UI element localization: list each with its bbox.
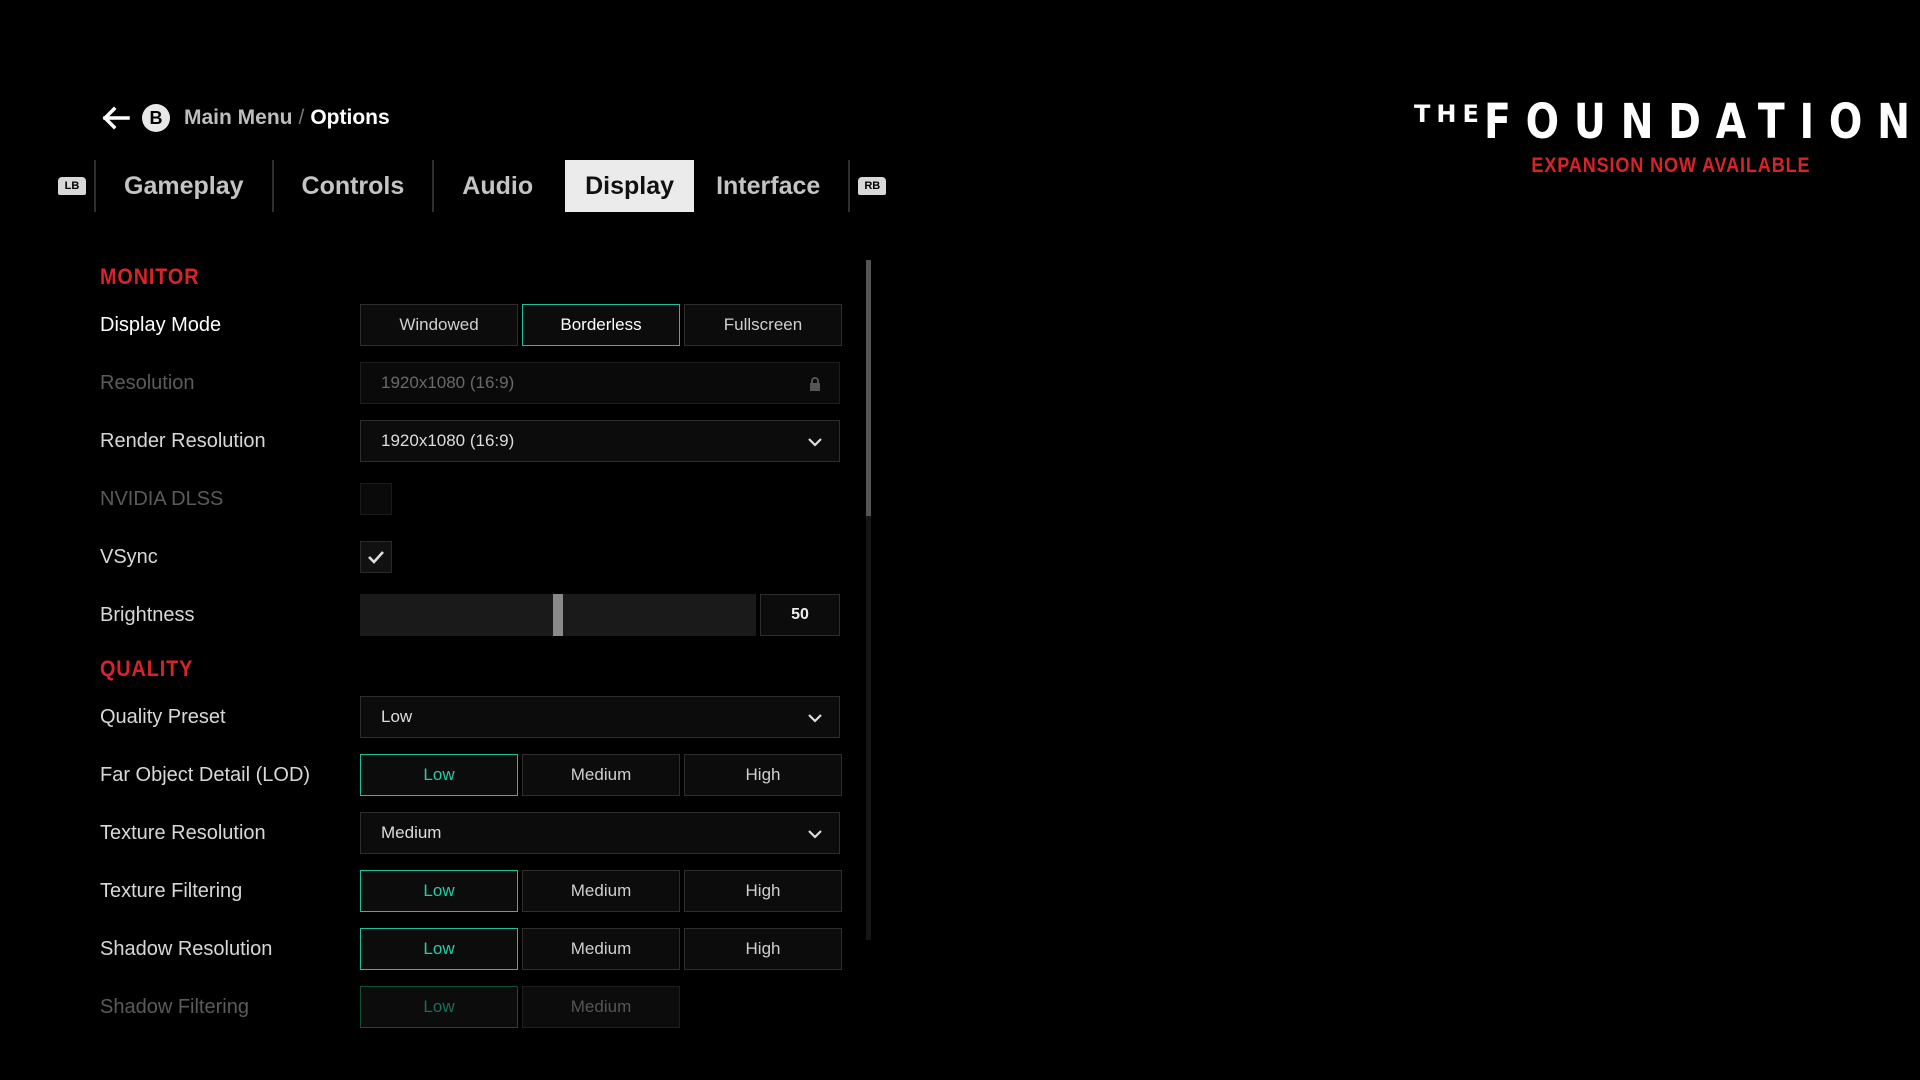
setting-label: Far Object Detail (LOD) [100, 764, 311, 786]
option-low[interactable]: Low [360, 754, 518, 796]
dropdown-value: Low [381, 707, 413, 726]
far-object-detail-options: Low Medium High [360, 754, 842, 796]
tab-divider [271, 160, 274, 212]
setting-label: Shadow Filtering [100, 996, 249, 1018]
slider-handle[interactable] [553, 594, 563, 636]
setting-shadow-resolution: Shadow Resolution Low Medium High [100, 928, 860, 970]
texture-filtering-options: Low Medium High [360, 870, 842, 912]
texture-resolution-dropdown[interactable]: Medium [360, 812, 840, 854]
setting-texture-filtering: Texture Filtering Low Medium High [100, 870, 860, 912]
brightness-slider[interactable] [360, 594, 756, 636]
setting-label: Texture Resolution [100, 822, 266, 844]
section-monitor: MONITOR [100, 264, 200, 289]
tab-bar: LB Gameplay Controls Audio Display Inter… [58, 160, 887, 212]
scrollbar-thumb[interactable] [866, 260, 871, 516]
tab-divider [432, 160, 435, 212]
setting-label: Display Mode [100, 314, 222, 336]
setting-label: NVIDIA DLSS [100, 488, 224, 510]
option-medium[interactable]: Medium [522, 928, 680, 970]
rb-bumper-icon[interactable]: RB [858, 177, 887, 195]
section-quality: QUALITY [100, 656, 194, 681]
setting-label: Render Resolution [100, 430, 266, 452]
setting-texture-resolution: Texture Resolution Medium [100, 812, 860, 854]
chevron-down-icon [805, 708, 825, 728]
brightness-value: 50 [760, 594, 840, 636]
setting-label: VSync [100, 546, 158, 568]
setting-far-object-detail: Far Object Detail (LOD) Low Medium High [100, 754, 860, 796]
setting-label: Quality Preset [100, 706, 226, 728]
option-windowed[interactable]: Windowed [360, 304, 518, 346]
dropdown-value: 1920x1080 (16:9) [381, 431, 515, 450]
option-high[interactable]: High [684, 754, 842, 796]
option-low[interactable]: Low [360, 870, 518, 912]
setting-shadow-filtering: Shadow Filtering Low Medium [100, 986, 860, 1028]
shadow-resolution-options: Low Medium High [360, 928, 842, 970]
dropdown-value: Medium [381, 823, 442, 842]
chevron-down-icon [805, 432, 825, 452]
resolution-dropdown: 1920x1080 (16:9) [360, 362, 840, 404]
setting-label: Shadow Resolution [100, 938, 273, 960]
breadcrumb: B Main Menu / Options [100, 104, 390, 132]
setting-brightness: Brightness 50 [100, 594, 860, 636]
option-medium[interactable]: Medium [522, 986, 680, 1028]
setting-vsync: VSync [100, 536, 860, 578]
option-medium[interactable]: Medium [522, 870, 680, 912]
tab-interface[interactable]: Interface [696, 160, 840, 212]
option-borderless[interactable]: Borderless [522, 304, 680, 346]
breadcrumb-options: Options [310, 106, 390, 129]
tab-divider [94, 160, 96, 212]
setting-quality-preset: Quality Preset Low [100, 696, 860, 738]
b-button-hint-icon[interactable]: B [142, 104, 170, 132]
breadcrumb-separator: / [298, 106, 305, 129]
render-resolution-dropdown[interactable]: 1920x1080 (16:9) [360, 420, 840, 462]
checkmark-icon [368, 551, 384, 564]
lb-bumper-icon[interactable]: LB [58, 177, 86, 195]
logo-title: FOUNDATION [1484, 94, 1920, 150]
breadcrumb-main-menu[interactable]: Main Menu [184, 106, 293, 130]
setting-label: Texture Filtering [100, 880, 243, 902]
setting-render-resolution: Render Resolution 1920x1080 (16:9) [100, 420, 860, 462]
option-high[interactable]: High [684, 870, 842, 912]
setting-resolution: Resolution 1920x1080 (16:9) [100, 362, 860, 404]
setting-display-mode: Display Mode Windowed Borderless Fullscr… [100, 304, 860, 346]
display-mode-options: Windowed Borderless Fullscreen [360, 304, 842, 346]
setting-nvidia-dlss: NVIDIA DLSS [100, 478, 860, 520]
setting-label: Brightness [100, 604, 195, 626]
game-logo: THE FOUNDATION EXPANSION NOW AVAILABLE [1400, 94, 1910, 184]
option-medium[interactable]: Medium [522, 754, 680, 796]
tab-display[interactable]: Display [565, 160, 695, 212]
tab-gameplay[interactable]: Gameplay [104, 160, 264, 212]
option-high[interactable]: High [684, 928, 842, 970]
dlss-checkbox [360, 483, 392, 515]
logo-prefix: THE [1414, 100, 1485, 128]
tab-divider [848, 160, 851, 212]
setting-label: Resolution [100, 372, 195, 394]
option-low[interactable]: Low [360, 928, 518, 970]
chevron-down-icon [805, 824, 825, 844]
shadow-filtering-options: Low Medium [360, 986, 842, 1028]
expansion-banner[interactable]: EXPANSION NOW AVAILABLE [1531, 154, 1810, 178]
settings-panel: MONITOR Display Mode Windowed Borderless… [100, 258, 860, 1080]
dropdown-value: 1920x1080 (16:9) [381, 373, 515, 392]
tab-audio[interactable]: Audio [442, 160, 553, 212]
back-arrow-icon[interactable] [100, 104, 132, 132]
option-low[interactable]: Low [360, 986, 518, 1028]
settings-scrollbar[interactable] [866, 260, 871, 940]
quality-preset-dropdown[interactable]: Low [360, 696, 840, 738]
lock-icon [805, 374, 825, 394]
tab-controls[interactable]: Controls [282, 160, 425, 212]
vsync-checkbox[interactable] [360, 541, 392, 573]
option-fullscreen[interactable]: Fullscreen [684, 304, 842, 346]
